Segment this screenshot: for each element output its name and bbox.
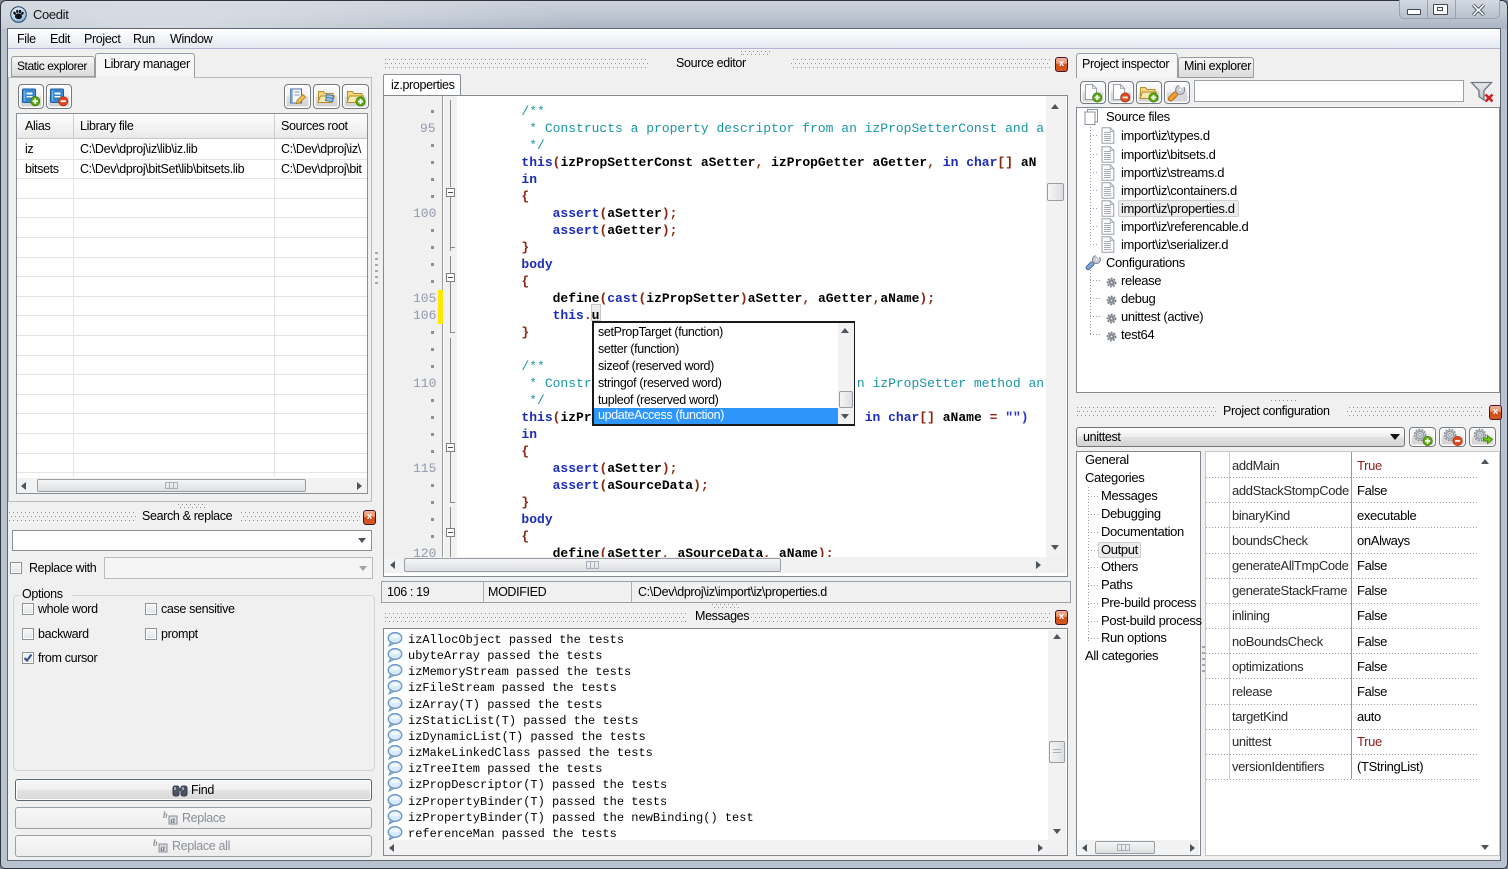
- svg-text:b: b: [163, 811, 168, 820]
- svg-text:a: a: [161, 843, 166, 853]
- svg-text:b: b: [153, 839, 158, 848]
- svg-text:a: a: [171, 815, 176, 825]
